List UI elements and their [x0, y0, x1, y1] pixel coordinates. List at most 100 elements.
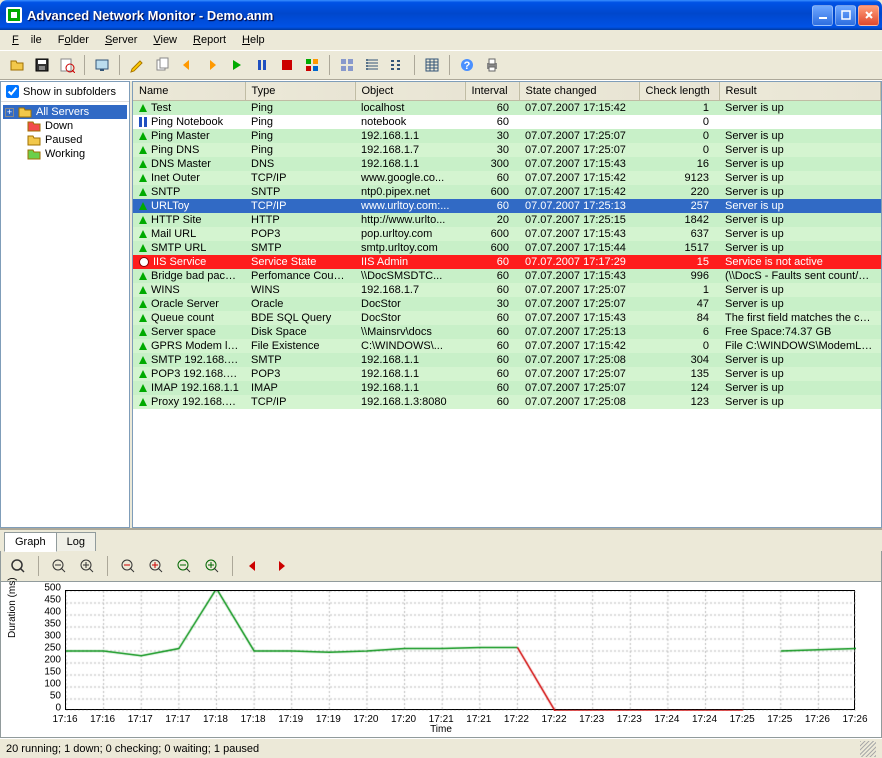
- resize-grip-icon[interactable]: [860, 741, 876, 757]
- table-row[interactable]: SNTPSNTPntp0.pipex.net60007.07.2007 17:1…: [133, 185, 881, 199]
- save-icon[interactable]: [31, 54, 53, 76]
- status-up-icon: [139, 272, 147, 280]
- folder-icon: [27, 148, 41, 160]
- status-up-icon: [139, 188, 147, 196]
- table-row[interactable]: GPRS Modem logFile ExistenceC:\WINDOWS\.…: [133, 339, 881, 353]
- zoom-in-both-icon[interactable]: [201, 555, 223, 577]
- menu-help[interactable]: Help: [236, 32, 271, 48]
- menu-view[interactable]: View: [147, 32, 183, 48]
- close-button[interactable]: [858, 5, 879, 26]
- open-icon[interactable]: [6, 54, 28, 76]
- table-row[interactable]: SMTP URLSMTPsmtp.urltoy.com60007.07.2007…: [133, 241, 881, 255]
- col-state-changed[interactable]: State changed: [519, 82, 639, 101]
- app-icon: [6, 7, 22, 23]
- zoom-out-y-icon[interactable]: [48, 555, 70, 577]
- col-check-length[interactable]: Check length: [639, 82, 719, 101]
- zoom-in-x-icon[interactable]: [145, 555, 167, 577]
- table-row[interactable]: HTTP SiteHTTPhttp://www.urlto...2007.07.…: [133, 213, 881, 227]
- menu-folder[interactable]: Folder: [52, 32, 95, 48]
- chart-ylabel: Duration (ms): [7, 577, 18, 638]
- col-name[interactable]: Name: [133, 82, 245, 101]
- table-row[interactable]: Inet OuterTCP/IPwww.google.co...6007.07.…: [133, 171, 881, 185]
- status-up-icon: [139, 398, 147, 406]
- view-list-icon[interactable]: [361, 54, 383, 76]
- col-result[interactable]: Result: [719, 82, 881, 101]
- status-up-icon: [139, 342, 147, 350]
- scroll-left-icon[interactable]: [242, 555, 264, 577]
- table-row[interactable]: Proxy 192.168.1.3TCP/IP192.168.1.3:80806…: [133, 395, 881, 409]
- tree-item-down[interactable]: Down: [3, 119, 127, 133]
- zoom-fit-icon[interactable]: [7, 555, 29, 577]
- status-up-icon: [139, 356, 147, 364]
- stop-icon[interactable]: [276, 54, 298, 76]
- tab-graph[interactable]: Graph: [4, 532, 57, 552]
- col-object[interactable]: Object: [355, 82, 465, 101]
- zoom-out-x-icon[interactable]: [117, 555, 139, 577]
- view-small-icon[interactable]: [386, 54, 408, 76]
- zoom-out-both-icon[interactable]: [173, 555, 195, 577]
- table-row[interactable]: TestPinglocalhost6007.07.2007 17:15:421S…: [133, 101, 881, 116]
- status-up-icon: [139, 244, 147, 252]
- status-text: 20 running; 1 down; 0 checking; 0 waitin…: [6, 743, 259, 755]
- scroll-right-icon[interactable]: [270, 555, 292, 577]
- table-row[interactable]: Server spaceDisk Space\\Mainsrv\docs6007…: [133, 325, 881, 339]
- pause-icon[interactable]: [251, 54, 273, 76]
- run-icon[interactable]: [226, 54, 248, 76]
- edit-icon[interactable]: [126, 54, 148, 76]
- menu-report[interactable]: Report: [187, 32, 232, 48]
- new-monitor-icon[interactable]: [91, 54, 113, 76]
- table-row[interactable]: Mail URLPOP3pop.urltoy.com60007.07.2007 …: [133, 227, 881, 241]
- menu-file[interactable]: File: [6, 32, 48, 48]
- status-bar: 20 running; 1 down; 0 checking; 0 waitin…: [0, 738, 882, 758]
- graph-toolbar: [0, 551, 882, 582]
- table-row[interactable]: SMTP 192.168.1.1SMTP192.168.1.16007.07.2…: [133, 353, 881, 367]
- view-large-icon[interactable]: [336, 54, 358, 76]
- status-up-icon: [139, 160, 147, 168]
- table-row[interactable]: URLToyTCP/IPwww.urltoy.com:...6007.07.20…: [133, 199, 881, 213]
- check-all-icon[interactable]: [301, 54, 323, 76]
- bottom-tabs: Graph Log: [0, 530, 882, 551]
- title-bar: Advanced Network Monitor - Demo.anm: [0, 0, 882, 30]
- status-up-icon: [139, 314, 147, 322]
- expand-icon[interactable]: +: [5, 108, 14, 117]
- view-details-icon[interactable]: [421, 54, 443, 76]
- chart-plot[interactable]: [65, 590, 855, 710]
- status-paused-icon: [139, 117, 147, 127]
- table-row[interactable]: Ping NotebookPingnotebook600: [133, 115, 881, 129]
- properties-icon[interactable]: [56, 54, 78, 76]
- folder-icon: [18, 106, 32, 118]
- status-up-icon: [139, 132, 147, 140]
- print-icon[interactable]: [481, 54, 503, 76]
- menu-server[interactable]: Server: [99, 32, 143, 48]
- table-row[interactable]: WINSWINS192.168.1.76007.07.2007 17:25:07…: [133, 283, 881, 297]
- table-row[interactable]: Ping DNSPing192.168.1.73007.07.2007 17:2…: [133, 143, 881, 157]
- copy-icon[interactable]: [151, 54, 173, 76]
- show-subfolders-checkbox[interactable]: Show in subfolders: [1, 82, 129, 102]
- table-row[interactable]: POP3 192.168.1.1POP3192.168.1.16007.07.2…: [133, 367, 881, 381]
- maximize-button[interactable]: [835, 5, 856, 26]
- table-row[interactable]: Bridge bad packetsPerfomance Counter\\Do…: [133, 269, 881, 283]
- move-right-icon[interactable]: [201, 54, 223, 76]
- menu-bar: File Folder Server View Report Help: [0, 30, 882, 51]
- svg-text:?: ?: [464, 60, 471, 72]
- window-title: Advanced Network Monitor - Demo.anm: [27, 8, 812, 23]
- tree-item-working[interactable]: Working: [3, 147, 127, 161]
- server-table[interactable]: NameTypeObjectIntervalState changedCheck…: [132, 81, 882, 528]
- table-row[interactable]: Queue countBDE SQL QueryDocStor6007.07.2…: [133, 311, 881, 325]
- move-left-icon[interactable]: [176, 54, 198, 76]
- status-up-icon: [139, 230, 147, 238]
- col-type[interactable]: Type: [245, 82, 355, 101]
- table-row[interactable]: IMAP 192.168.1.1IMAP192.168.1.16007.07.2…: [133, 381, 881, 395]
- tab-log[interactable]: Log: [56, 532, 96, 551]
- zoom-in-y-icon[interactable]: [76, 555, 98, 577]
- col-interval[interactable]: Interval: [465, 82, 519, 101]
- tree-item-paused[interactable]: Paused: [3, 133, 127, 147]
- table-row[interactable]: Oracle ServerOracleDocStor3007.07.2007 1…: [133, 297, 881, 311]
- table-row[interactable]: IIS ServiceService StateIIS Admin6007.07…: [133, 255, 881, 269]
- table-row[interactable]: Ping MasterPing192.168.1.13007.07.2007 1…: [133, 129, 881, 143]
- minimize-button[interactable]: [812, 5, 833, 26]
- table-row[interactable]: DNS MasterDNS192.168.1.130007.07.2007 17…: [133, 157, 881, 171]
- tree-item-all-servers[interactable]: +All Servers: [3, 105, 127, 119]
- status-up-icon: [139, 202, 147, 210]
- help-icon[interactable]: ?: [456, 54, 478, 76]
